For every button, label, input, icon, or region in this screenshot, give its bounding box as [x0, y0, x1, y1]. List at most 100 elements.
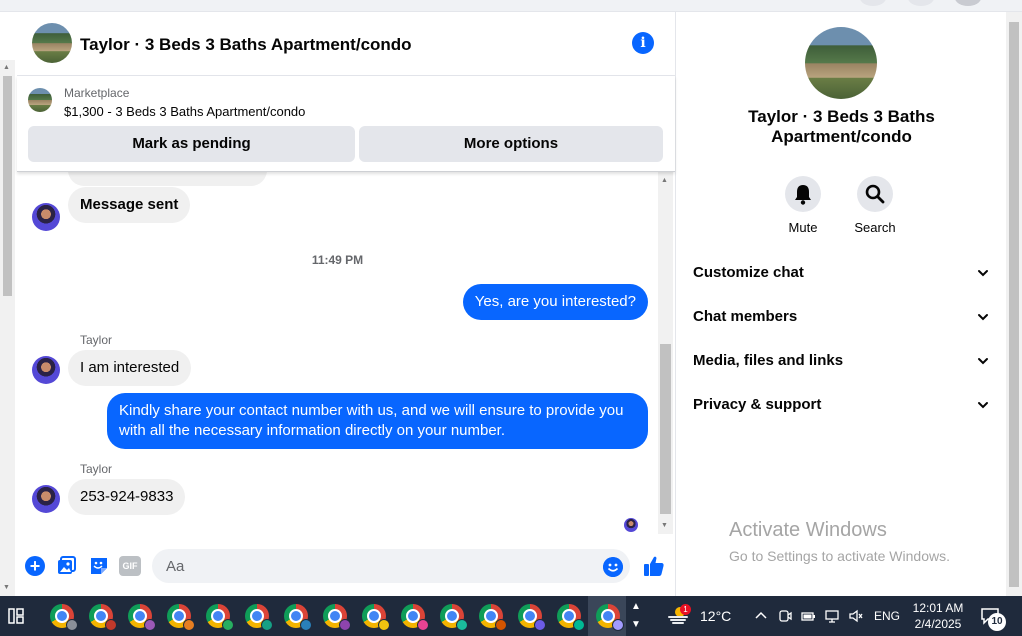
- message-list: Message sent 11:49 PM Yes, are you inter…: [17, 172, 658, 540]
- section-label: Chat members: [693, 308, 798, 325]
- notification-count-badge: 10: [988, 613, 1006, 631]
- profile-badge-icon: [573, 619, 585, 631]
- chevron-down-icon: [978, 314, 988, 321]
- top-avatar-blob: [908, 0, 934, 6]
- mark-as-pending-button[interactable]: Mark as pending: [28, 126, 355, 162]
- search-icon[interactable]: [857, 176, 893, 212]
- clock-time: 12:01 AM: [912, 601, 964, 615]
- section-chat-members[interactable]: Chat members: [693, 299, 993, 335]
- image-icon[interactable]: [57, 556, 77, 576]
- chrome-window-icon[interactable]: [206, 604, 234, 631]
- listing-avatar-large[interactable]: [805, 27, 877, 99]
- top-profile-blob: [955, 0, 981, 6]
- profile-badge-icon: [261, 619, 273, 631]
- message-bubble-incoming: Message sent: [68, 187, 191, 223]
- profile-badge-icon: [300, 619, 312, 631]
- scroll-up-arrow-icon[interactable]: ▲: [3, 64, 10, 72]
- chrome-window-icon[interactable]: [518, 604, 546, 631]
- section-privacy-support[interactable]: Privacy & support: [693, 387, 993, 423]
- top-avatar-blob: [860, 0, 886, 6]
- mute-button[interactable]: Mute: [773, 176, 833, 235]
- avatar[interactable]: [32, 485, 60, 513]
- section-media-files-links[interactable]: Media, files and links: [693, 343, 993, 379]
- system-clock[interactable]: 12:01 AM 2/4/2025: [903, 600, 973, 632]
- chrome-window-icon[interactable]: [50, 604, 78, 631]
- chrome-window-icon[interactable]: [479, 604, 507, 631]
- chrome-window-icon[interactable]: [557, 604, 585, 631]
- scrollbar-thumb[interactable]: [660, 344, 671, 514]
- chrome-window-icon[interactable]: [401, 604, 429, 631]
- marketplace-label: Marketplace: [64, 86, 130, 100]
- chevron-down-icon: [978, 402, 988, 409]
- profile-badge-icon: [339, 619, 351, 631]
- section-label: Media, files and links: [693, 352, 844, 369]
- task-view-icon[interactable]: [6, 606, 26, 626]
- message-bubble-partial: [68, 172, 267, 186]
- chat-header: Taylor · 3 Beds 3 Baths Apartment/condo …: [17, 12, 675, 76]
- chrome-window-icon[interactable]: [596, 604, 624, 631]
- info-icon[interactable]: i: [632, 32, 654, 54]
- message-input[interactable]: [152, 549, 630, 583]
- chrome-window-icon[interactable]: [323, 604, 351, 631]
- panel-title: Taylor · 3 Beds 3 Baths Apartment/condo: [748, 107, 935, 146]
- profile-badge-icon: [66, 619, 78, 631]
- weather-alert-badge: 1: [680, 604, 691, 615]
- taskbar: ▲ ▼ 12°C ENG 12:01 AM 2/4/2025 10: [0, 596, 1022, 636]
- sender-name: Taylor: [80, 333, 113, 347]
- page-scrollbar-right[interactable]: [1006, 12, 1022, 596]
- message-bubble-outgoing: Kindly share your contact number with us…: [107, 393, 648, 449]
- taskbar-scroll-arrows[interactable]: ▲ ▼: [630, 598, 642, 634]
- emoji-icon[interactable]: [603, 557, 623, 577]
- listing-title[interactable]: $1,300 - 3 Beds 3 Baths Apartment/condo: [64, 104, 305, 119]
- profile-badge-icon: [222, 619, 234, 631]
- avatar[interactable]: [32, 203, 60, 231]
- marketplace-listing-bar: Marketplace $1,300 - 3 Beds 3 Baths Apar…: [17, 76, 675, 172]
- profile-badge-icon: [417, 619, 429, 631]
- profile-badge-icon: [612, 619, 624, 631]
- listing-thumbnail[interactable]: [28, 88, 52, 112]
- profile-badge-icon: [495, 619, 507, 631]
- chrome-window-icon[interactable]: [362, 604, 390, 631]
- profile-badge-icon: [183, 619, 195, 631]
- sticker-icon[interactable]: [89, 556, 109, 576]
- watermark-subtitle: Go to Settings to activate Windows.: [729, 548, 950, 564]
- scroll-down-arrow-icon[interactable]: ▼: [3, 584, 10, 592]
- chrome-window-icon[interactable]: [284, 604, 312, 631]
- chrome-window-icon[interactable]: [245, 604, 273, 631]
- scrollbar-thumb[interactable]: [3, 76, 12, 296]
- network-icon[interactable]: [824, 608, 840, 624]
- battery-icon[interactable]: [800, 608, 816, 624]
- message-bubble-incoming: I am interested: [68, 350, 192, 386]
- section-label: Privacy & support: [693, 396, 822, 413]
- page-scrollbar-left[interactable]: ▲ ▼: [0, 60, 15, 596]
- sender-name: Taylor: [80, 462, 113, 476]
- profile-badge-icon: [105, 619, 117, 631]
- scroll-up-arrow-icon[interactable]: ▲: [661, 177, 668, 185]
- mute-label: Mute: [788, 220, 818, 235]
- volume-icon[interactable]: [848, 608, 864, 624]
- chrome-window-icon[interactable]: [167, 604, 195, 631]
- scroll-down-arrow-icon[interactable]: ▼: [661, 522, 668, 530]
- chrome-window-icon[interactable]: [89, 604, 117, 631]
- chat-title[interactable]: Taylor · 3 Beds 3 Baths Apartment/condo: [80, 35, 412, 55]
- meet-now-icon[interactable]: [777, 608, 793, 624]
- avatar[interactable]: [32, 356, 60, 384]
- section-customize-chat[interactable]: Customize chat: [693, 255, 993, 291]
- thumbs-up-icon[interactable]: [642, 554, 666, 578]
- gif-icon[interactable]: GIF: [119, 556, 141, 576]
- bell-icon[interactable]: [785, 176, 821, 212]
- profile-badge-icon: [378, 619, 390, 631]
- chat-scrollbar[interactable]: ▲ ▼: [658, 172, 673, 534]
- scrollbar-thumb[interactable]: [1009, 22, 1019, 587]
- listing-avatar[interactable]: [32, 23, 72, 63]
- chrome-window-icon[interactable]: [440, 604, 468, 631]
- search-button[interactable]: Search: [845, 176, 905, 235]
- more-options-button[interactable]: More options: [359, 126, 663, 162]
- chrome-window-icon[interactable]: [128, 604, 156, 631]
- browser-top-strip: [0, 0, 1022, 12]
- plus-icon[interactable]: +: [25, 556, 45, 576]
- chevron-up-icon[interactable]: [753, 608, 769, 624]
- section-label: Customize chat: [693, 264, 804, 281]
- input-language[interactable]: ENG: [874, 609, 900, 623]
- temperature[interactable]: 12°C: [700, 608, 731, 624]
